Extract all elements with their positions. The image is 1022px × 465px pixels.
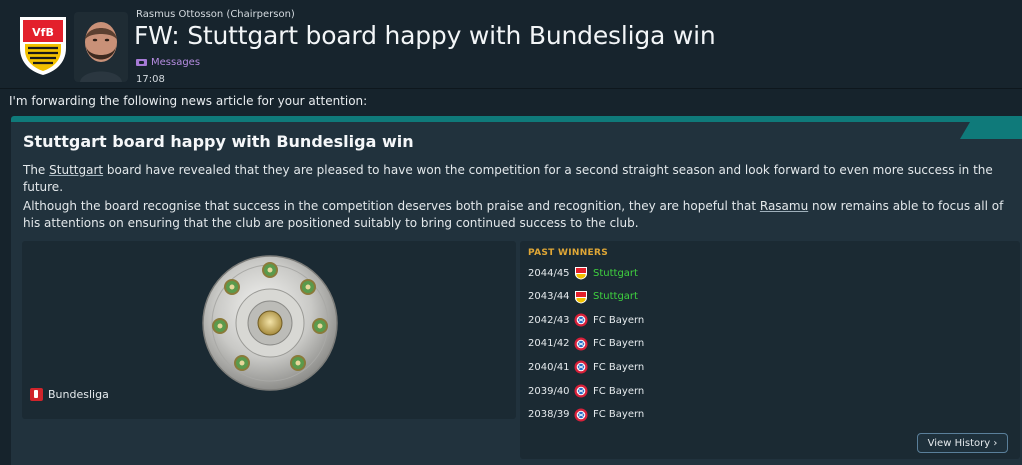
stuttgart-badge-icon <box>575 290 587 304</box>
winner-season: 2044/45 <box>528 267 570 279</box>
winner-season: 2042/43 <box>528 314 570 326</box>
folder-label: Messages <box>151 57 201 68</box>
winner-club-link[interactable]: FC Bayern <box>593 409 644 420</box>
past-winner-row: 2038/39 FC Bayern <box>528 407 644 423</box>
winner-season: 2043/44 <box>528 291 570 303</box>
para2-text-start: Although the board recognise that succes… <box>23 199 760 213</box>
para1-text-end: board have revealed that they are please… <box>23 163 993 194</box>
competition-link[interactable]: Bundesliga <box>30 388 109 401</box>
winner-club-link[interactable]: FC Bayern <box>593 315 644 326</box>
bayern-badge-icon <box>574 313 588 327</box>
news-article-panel: Stuttgart board happy with Bundesliga wi… <box>11 116 1022 465</box>
past-winner-row: 2039/40 FC Bayern <box>528 383 644 399</box>
winner-season: 2039/40 <box>528 385 570 397</box>
winner-season: 2038/39 <box>528 409 570 421</box>
tag-icon <box>136 59 147 66</box>
winner-club-link[interactable]: FC Bayern <box>593 362 644 373</box>
stuttgart-badge-icon[interactable]: VfB <box>18 14 68 76</box>
winner-season: 2041/42 <box>528 338 570 350</box>
folder-link[interactable]: Messages <box>136 57 200 68</box>
svg-text:VfB: VfB <box>32 26 54 39</box>
past-winners-title: PAST WINNERS <box>528 248 608 258</box>
winner-club-link[interactable]: FC Bayern <box>593 386 644 397</box>
message-header: VfB Rasmus Ottosson (Chairperson) FW: St… <box>0 0 1022 88</box>
club-link[interactable]: Stuttgart <box>49 163 103 177</box>
winner-season: 2040/41 <box>528 361 570 373</box>
meisterschale-trophy-icon <box>202 255 338 391</box>
bayern-badge-icon <box>574 360 588 374</box>
view-history-button[interactable]: View History › <box>917 433 1008 453</box>
article-title: Stuttgart board happy with Bundesliga wi… <box>23 132 414 151</box>
past-winner-row: 2041/42 FC Bayern <box>528 336 644 352</box>
article-corner-tag <box>960 122 1022 139</box>
sender-name[interactable]: Rasmus Ottosson (Chairperson) <box>136 9 295 20</box>
header-divider <box>0 88 1022 89</box>
past-winner-row: 2042/43 FC Bayern <box>528 312 644 328</box>
article-paragraph-2: Although the board recognise that succes… <box>23 198 1008 232</box>
bayern-badge-icon <box>574 384 588 398</box>
winner-club-link[interactable]: Stuttgart <box>593 291 638 302</box>
forward-intro: I'm forwarding the following news articl… <box>9 94 368 108</box>
sender-avatar[interactable] <box>74 12 128 82</box>
bayern-badge-icon <box>574 408 588 422</box>
past-winner-row: 2044/45 Stuttgart <box>528 265 638 281</box>
past-winner-row: 2043/44 Stuttgart <box>528 289 638 305</box>
message-time: 17:08 <box>136 74 165 85</box>
message-subject: FW: Stuttgart board happy with Bundeslig… <box>134 21 716 50</box>
competition-name: Bundesliga <box>48 388 109 401</box>
article-paragraph-1: The Stuttgart board have revealed that t… <box>23 162 1008 196</box>
bundesliga-logo-icon <box>30 388 43 401</box>
bayern-badge-icon <box>574 337 588 351</box>
winner-club-link[interactable]: FC Bayern <box>593 338 644 349</box>
past-winner-row: 2040/41 FC Bayern <box>528 359 644 375</box>
person-link[interactable]: Rasamu <box>760 199 808 213</box>
past-winners-panel: PAST WINNERS 2044/45 Stuttgart 2043/44 St… <box>520 241 1020 459</box>
winner-club-link[interactable]: Stuttgart <box>593 268 638 279</box>
stuttgart-badge-icon <box>575 267 587 280</box>
trophy-image-panel: Bundesliga <box>22 241 516 419</box>
para1-text-start: The <box>23 163 50 177</box>
